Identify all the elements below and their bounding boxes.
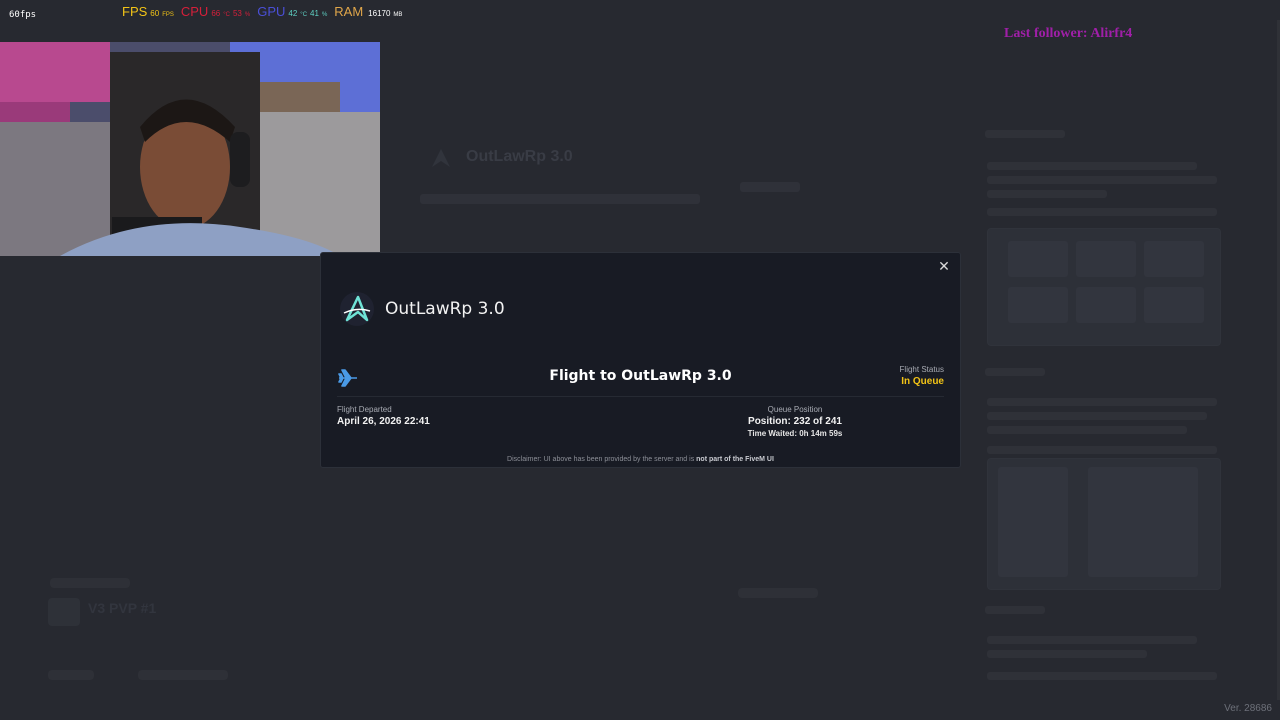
server-brand: OutLawRp 3.0	[339, 291, 505, 327]
webcam-image	[0, 42, 380, 256]
flight-status: Flight Status In Queue	[900, 365, 944, 387]
flight-status-value: In Queue	[901, 376, 944, 387]
gpu-load-unit: %	[321, 12, 328, 18]
ram-value: 16170	[368, 9, 391, 18]
server-tag	[138, 670, 228, 680]
queue-position-label: Queue Position	[767, 405, 823, 414]
cpu-load-unit: %	[244, 12, 251, 18]
server-tag	[48, 670, 94, 680]
server-list-icon	[48, 598, 80, 626]
server-list-item: V3 PVP #1	[88, 600, 157, 616]
disclaimer: Disclaimer: UI above has been provided b…	[321, 456, 960, 463]
gpu-temp-unit: °C	[300, 12, 308, 18]
background-subtitle-bar	[420, 194, 700, 204]
flight-title: Flight to OutLawRp 3.0	[549, 368, 732, 384]
close-button[interactable]: ✕	[936, 259, 952, 275]
last-follower-alert: Last follower: Alirfr4	[1004, 26, 1133, 41]
ram-label: RAM	[334, 4, 364, 19]
background-label	[738, 588, 818, 598]
departed-label: Flight Departed	[337, 405, 392, 414]
gpu-label: GPU	[257, 4, 286, 19]
flight-header: Flight to OutLawRp 3.0 Flight Status In …	[337, 363, 944, 397]
server-logo-icon	[432, 149, 450, 167]
queue-position-value: Position: 232 of 241	[748, 416, 842, 427]
gpu-temp: 42	[288, 9, 298, 18]
hardware-stats-overlay: FPS 60 FPS CPU 66 °C 53 % GPU 42 °C 41 %…	[122, 4, 402, 19]
close-icon: ✕	[938, 259, 950, 275]
queue-info: Queue Position Position: 232 of 241 Time…	[707, 405, 883, 438]
background-news-panel	[965, 110, 1225, 710]
disclaimer-bold: not part of the FiveM UI	[696, 456, 774, 463]
flight-departed: Flight Departed April 26, 2026 22:41	[337, 405, 430, 427]
disclaimer-text: Disclaimer: UI above has been provided b…	[507, 456, 695, 463]
version-label: Ver. 28686	[1224, 703, 1272, 714]
fps-value: 60	[150, 9, 160, 18]
flight-status-label: Flight Status	[899, 365, 944, 374]
cpu-load: 53	[232, 9, 242, 18]
time-waited: Time Waited: 0h 14m 59s	[747, 429, 843, 438]
gpu-load: 41	[310, 9, 319, 18]
background-server-title: OutLawRp 3.0	[466, 148, 573, 165]
fps-unit: FPS	[162, 12, 174, 18]
background-label	[50, 578, 130, 588]
cpu-temp-unit: °C	[223, 12, 230, 18]
cpu-label: CPU	[180, 4, 209, 19]
queue-modal: ✕ OutLawRp 3.0 Flight to OutLawRp 3.0 Fl…	[320, 252, 961, 468]
server-name: OutLawRp 3.0	[385, 299, 505, 319]
outlaw-logo-icon	[340, 292, 374, 326]
departed-value: April 26, 2026 22:41	[337, 416, 430, 427]
fps-label: FPS	[122, 4, 148, 19]
background-tag	[740, 182, 800, 192]
webcam-feed	[0, 42, 380, 256]
fps-counter: 60fps	[9, 10, 37, 20]
cpu-temp: 66	[211, 9, 221, 18]
ram-unit: MB	[393, 12, 403, 18]
